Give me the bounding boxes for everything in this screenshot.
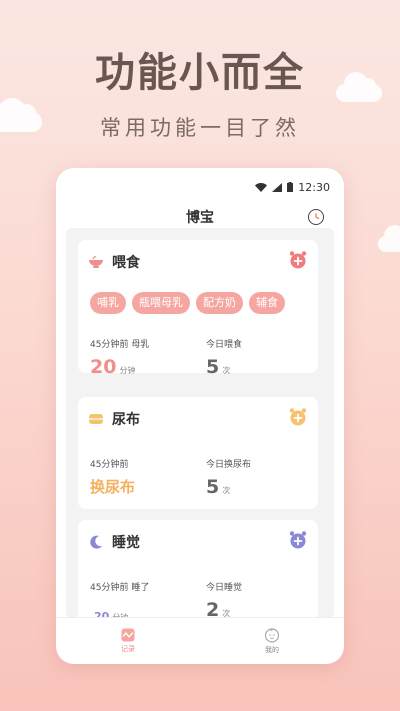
stat-value: 2 xyxy=(206,599,220,618)
today-diaper-stat: 今日换尿布 5次 xyxy=(206,457,251,498)
add-alarm-icon[interactable] xyxy=(288,250,308,270)
chip-breastfeed[interactable]: 哺乳 xyxy=(90,292,126,314)
hero-subtitle: 常用功能一目了然 xyxy=(100,116,300,140)
card-header: 喂食 xyxy=(88,252,140,272)
chip-formula[interactable]: 配方奶 xyxy=(196,292,243,314)
sleep-card[interactable]: 睡觉 45分钟前 睡了 20 分钟 今日睡觉 2次 xyxy=(78,520,318,618)
stat-label: 今日喂食 xyxy=(206,340,243,350)
stat-unit: 分钟 xyxy=(119,366,136,375)
stat-value: 换尿布 xyxy=(90,478,136,496)
diaper-icon xyxy=(89,414,103,424)
stat-unit: 次 xyxy=(222,486,231,495)
add-alarm-icon[interactable] xyxy=(288,530,308,550)
stat-label: 今日睡觉 xyxy=(206,583,243,593)
tab-record[interactable]: 记录 xyxy=(56,618,200,664)
stat-unit: 次 xyxy=(222,366,231,375)
card-header: 尿布 xyxy=(88,409,140,429)
chip-bottle-breastmilk[interactable]: 瓶喂母乳 xyxy=(132,292,190,314)
clock-icon[interactable] xyxy=(308,209,324,225)
baby-face-icon xyxy=(264,628,280,643)
stat-value: 5 xyxy=(206,356,220,378)
card-header: 睡觉 xyxy=(88,532,140,552)
feed-card[interactable]: 喂食 哺乳 瓶喂母乳 配方奶 辅食 45分钟前 母乳 20 分钟 今日喂食 5 … xyxy=(78,240,318,378)
today-feed-stat: 今日喂食 5次 xyxy=(206,337,242,378)
last-feed-stat: 45分钟前 母乳 20 分钟 xyxy=(90,337,149,378)
stat-label: 今日换尿布 xyxy=(206,460,252,470)
wifi-icon xyxy=(255,182,268,192)
moon-icon xyxy=(90,535,102,549)
tab-bar: 记录 我的 xyxy=(56,617,344,664)
feed-type-chips: 哺乳 瓶喂母乳 配方奶 辅食 xyxy=(90,292,285,314)
card-title: 尿布 xyxy=(112,412,140,428)
status-time: 12:30 xyxy=(298,180,330,194)
today-sleep-stat: 今日睡觉 2次 xyxy=(206,580,242,618)
card-title: 喂食 xyxy=(112,255,140,271)
stat-label: 45分钟前 xyxy=(90,460,129,470)
signal-icon xyxy=(272,182,283,192)
tab-label: 我的 xyxy=(265,646,279,654)
last-sleep-stat: 45分钟前 睡了 20 分钟 xyxy=(90,580,149,618)
add-alarm-icon[interactable] xyxy=(288,407,308,427)
stat-value: 20 xyxy=(90,356,117,378)
tab-label: 记录 xyxy=(121,645,135,653)
chip-solid-food[interactable]: 辅食 xyxy=(249,292,285,314)
bowl-icon xyxy=(89,256,103,268)
card-title: 睡觉 xyxy=(112,535,140,551)
stat-label: 45分钟前 睡了 xyxy=(90,583,150,593)
cloud-decoration xyxy=(378,225,400,252)
tab-mine[interactable]: 我的 xyxy=(200,618,344,664)
phone-mockup: 12:30 博宝 喂食 哺乳 瓶喂母乳 配方奶 辅食 45分钟前 母乳 20 分… xyxy=(56,168,344,664)
record-icon xyxy=(121,628,135,642)
diaper-card[interactable]: 尿布 45分钟前 换尿布 今日换尿布 5次 xyxy=(78,397,318,509)
nav-title: 博宝 xyxy=(186,210,214,226)
status-bar: 12:30 xyxy=(56,168,344,206)
content-area: 喂食 哺乳 瓶喂母乳 配方奶 辅食 45分钟前 母乳 20 分钟 今日喂食 5 … xyxy=(66,228,334,618)
stat-value: 5 xyxy=(206,476,220,498)
hero-title: 功能小而全 xyxy=(95,50,305,96)
battery-icon xyxy=(287,182,294,192)
stat-label: 45分钟前 母乳 xyxy=(90,340,150,350)
last-diaper-stat: 45分钟前 换尿布 xyxy=(90,457,135,497)
